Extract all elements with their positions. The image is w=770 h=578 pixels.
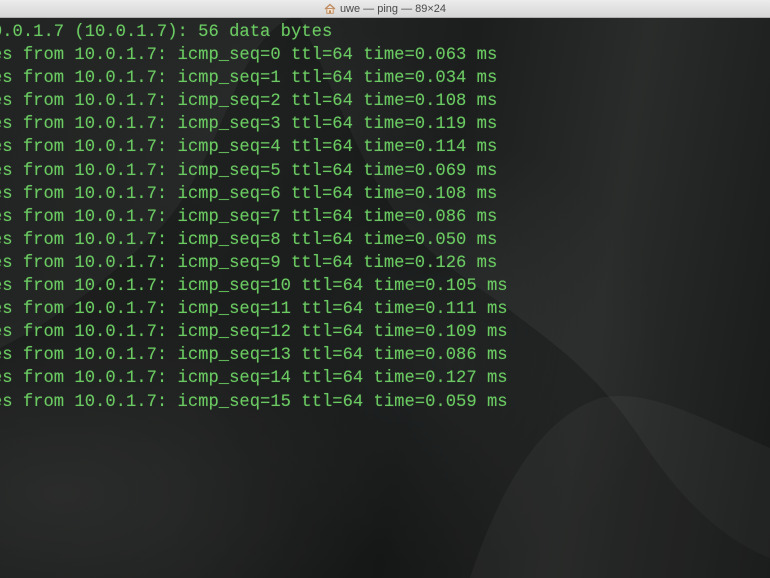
terminal-line: 64 bytes from 10.0.1.7: icmp_seq=15 ttl=…	[0, 392, 508, 412]
terminal-line: 64 bytes from 10.0.1.7: icmp_seq=0 ttl=6…	[0, 46, 498, 66]
terminal-line: 64 bytes from 10.0.1.7: icmp_seq=11 ttl=…	[0, 300, 508, 320]
terminal-line: 64 bytes from 10.0.1.7: icmp_seq=3 ttl=6…	[0, 115, 498, 135]
terminal-line: 64 bytes from 10.0.1.7: icmp_seq=10 ttl=…	[0, 277, 508, 297]
window-title: uwe — ping — 89×24	[339, 2, 447, 15]
terminal-line: 64 bytes from 10.0.1.7: icmp_seq=14 ttl=…	[0, 369, 508, 389]
terminal-line: 64 bytes from 10.0.1.7: icmp_seq=5 ttl=6…	[0, 161, 498, 181]
terminal-line: 64 bytes from 10.0.1.7: icmp_seq=7 ttl=6…	[0, 207, 498, 227]
terminal-line: 64 bytes from 10.0.1.7: icmp_seq=8 ttl=6…	[0, 230, 498, 250]
home-icon	[324, 3, 336, 14]
title-bar[interactable]: uwe — ping — 89×24	[0, 0, 770, 18]
terminal-line: 64 bytes from 10.0.1.7: icmp_seq=1 ttl=6…	[0, 69, 498, 89]
terminal-output: PING 10.0.1.7 (10.0.1.7): 56 data bytes 6…	[0, 21, 508, 414]
terminal-line: 64 bytes from 10.0.1.7: icmp_seq=2 ttl=6…	[0, 92, 498, 112]
terminal-window: uwe — ping — 89×24 PING 10.0.1.7 (10.0.1…	[0, 0, 770, 578]
terminal-line: PING 10.0.1.7 (10.0.1.7): 56 data bytes	[0, 23, 333, 42]
terminal-line: 64 bytes from 10.0.1.7: icmp_seq=12 ttl=…	[0, 323, 508, 343]
terminal-line: 64 bytes from 10.0.1.7: icmp_seq=6 ttl=6…	[0, 184, 498, 204]
terminal-line: 64 bytes from 10.0.1.7: icmp_seq=4 ttl=6…	[0, 138, 498, 158]
terminal-line: 64 bytes from 10.0.1.7: icmp_seq=9 ttl=6…	[0, 253, 498, 273]
terminal-line: 64 bytes from 10.0.1.7: icmp_seq=13 ttl=…	[0, 346, 508, 366]
terminal-area[interactable]: PING 10.0.1.7 (10.0.1.7): 56 data bytes 6…	[0, 18, 770, 578]
